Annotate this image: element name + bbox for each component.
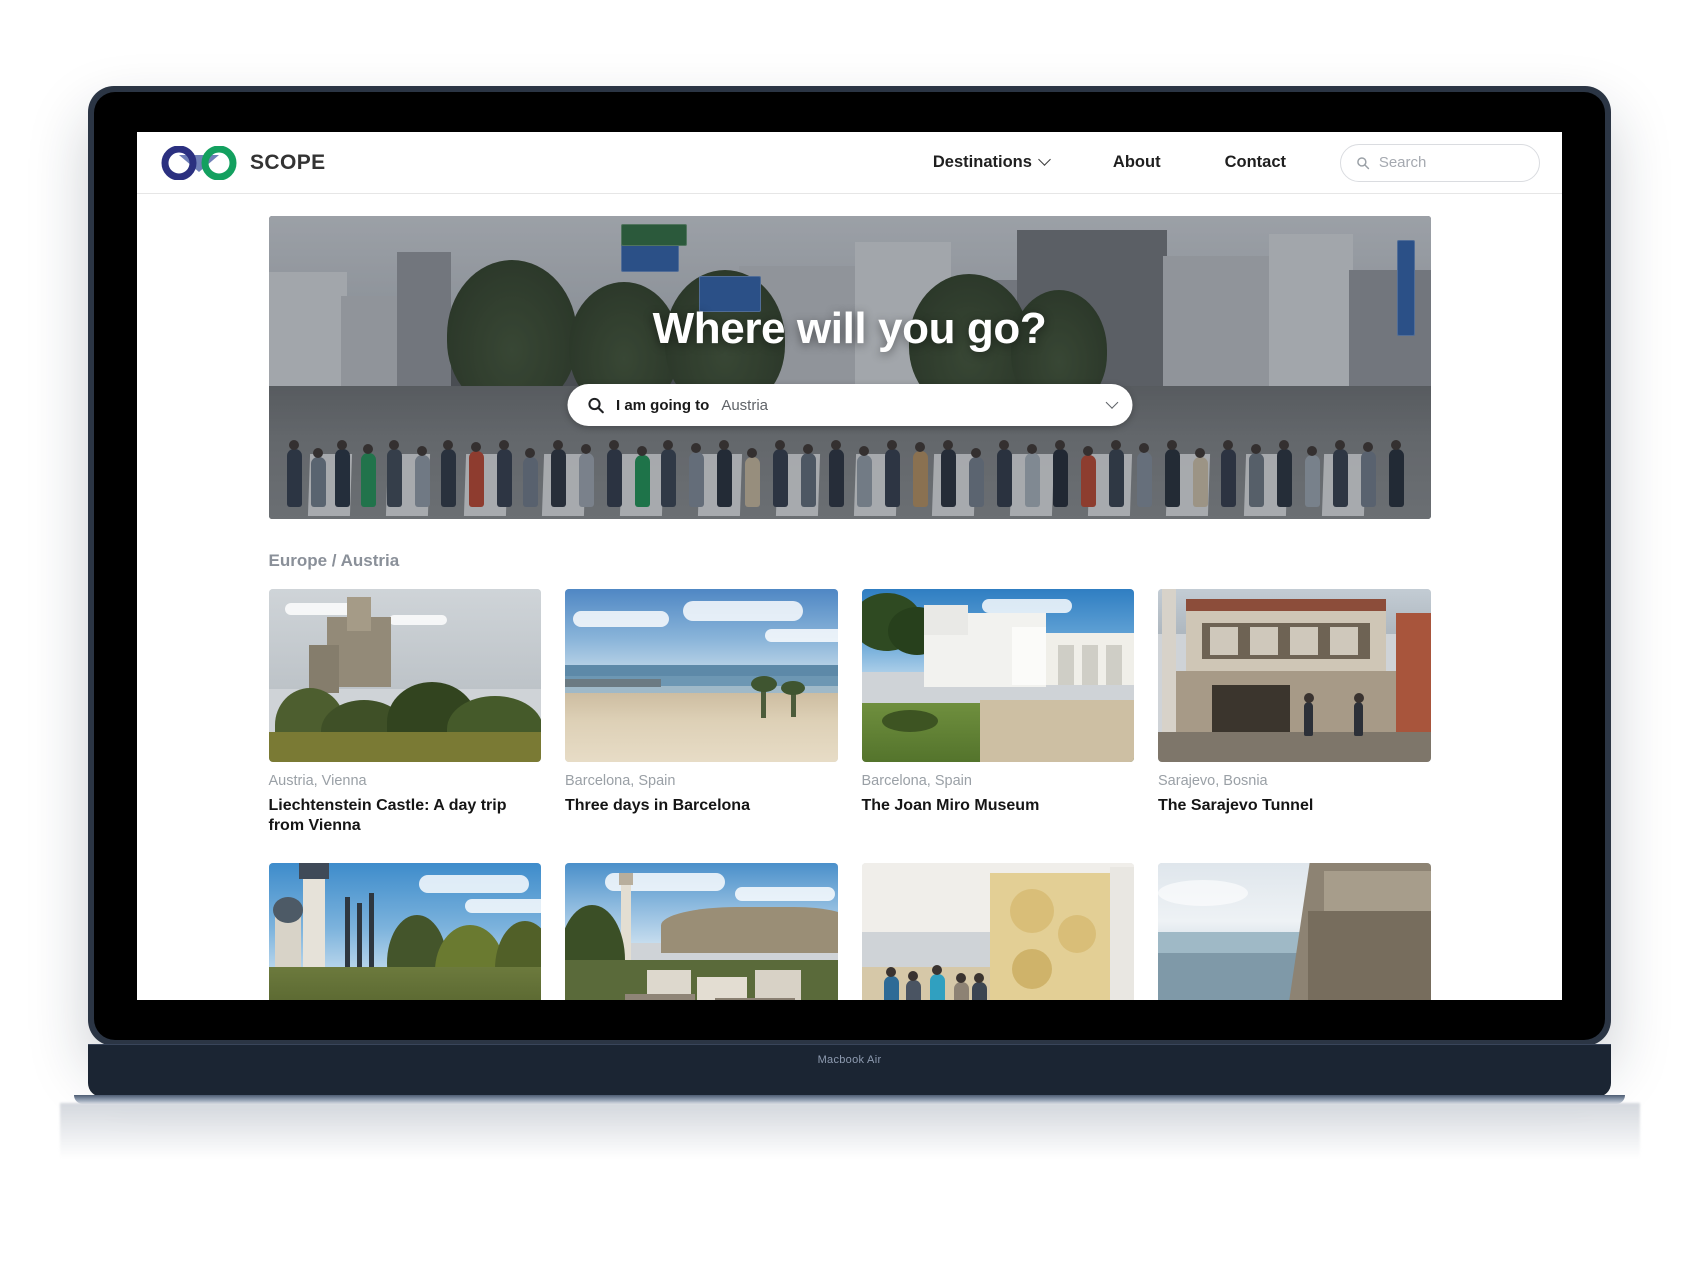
navbar-search-box[interactable] <box>1340 143 1540 182</box>
site-navbar: SCOPE Destinations About Contact <box>137 132 1562 194</box>
page-content: Where will you go? I am going to Austria <box>137 194 1562 1000</box>
brand-name: SCOPE <box>250 150 326 174</box>
card-thumbnail[interactable] <box>1158 589 1431 762</box>
card-title[interactable]: The Joan Miro Museum <box>862 796 1135 816</box>
card-place: Barcelona, Spain <box>861 773 972 789</box>
card-thumbnail[interactable] <box>268 589 541 762</box>
destination-card-grid: Austria, Vienna Liechtenstein Castle: A … <box>268 589 1431 1000</box>
hero-overlay-tint <box>268 216 1431 519</box>
nav-item-destinations[interactable]: Destinations <box>901 153 1081 172</box>
hero-banner: Where will you go? I am going to Austria <box>268 216 1431 519</box>
hero-photo <box>268 216 1431 519</box>
hero-destination-search[interactable]: I am going to Austria <box>567 384 1132 426</box>
nav-item-contact[interactable]: Contact <box>1193 153 1318 172</box>
card-title[interactable]: Three days in Barcelona <box>565 796 838 816</box>
card-thumbnail[interactable] <box>565 862 838 1000</box>
card-liechtenstein-castle[interactable]: Austria, Vienna Liechtenstein Castle: A … <box>268 589 542 837</box>
search-icon <box>1357 156 1370 169</box>
card-thumbnail[interactable] <box>861 862 1134 1000</box>
card-title[interactable]: Liechtenstein Castle: A day trip from Vi… <box>269 796 542 837</box>
navbar-search-input[interactable] <box>1378 154 1524 171</box>
chevron-down-icon[interactable] <box>1105 395 1118 409</box>
scope-binoculars-icon <box>161 145 237 180</box>
screenshot-stage: SCOPE Destinations About Contact Search … <box>0 0 1694 1270</box>
card-row2-2[interactable] <box>565 862 838 1000</box>
nav-item-contact-label: Contact <box>1224 153 1286 171</box>
card-place: Barcelona, Spain <box>565 773 676 789</box>
card-thumbnail[interactable] <box>861 589 1134 762</box>
card-title[interactable]: The Sarajevo Tunnel <box>1158 796 1431 816</box>
nav-item-about-label: About <box>1112 153 1161 171</box>
nav-links: Destinations About Contact <box>901 153 1318 172</box>
hero-search-value[interactable]: Austria <box>721 397 1095 414</box>
nav-item-about[interactable]: About <box>1081 153 1193 172</box>
card-sarajevo-tunnel[interactable]: Sarajevo, Bosnia The Sarajevo Tunnel <box>1158 589 1431 837</box>
search-icon <box>587 397 604 413</box>
card-row2-4[interactable] <box>1158 862 1431 1000</box>
laptop-device: SCOPE Destinations About Contact Search … <box>88 86 1611 1046</box>
laptop-base: Macbook Air <box>88 1044 1611 1097</box>
card-thumbnail[interactable] <box>268 862 541 1000</box>
hero-search-label: I am going to <box>616 396 710 414</box>
laptop-shadow <box>60 1103 1640 1159</box>
chevron-down-icon <box>1038 153 1051 166</box>
laptop-bezel: SCOPE Destinations About Contact Search … <box>94 92 1605 1040</box>
content-container: Where will you go? I am going to Austria <box>268 216 1431 1000</box>
card-thumbnail[interactable] <box>1158 862 1431 1000</box>
card-place: Sarajevo, Bosnia <box>1158 773 1268 789</box>
hero-title: Where will you go? <box>652 304 1047 353</box>
card-joan-miro-museum[interactable]: Barcelona, Spain The Joan Miro Museum <box>861 589 1135 837</box>
card-three-days-barcelona[interactable]: Barcelona, Spain Three days in Barcelona <box>565 589 838 837</box>
card-thumbnail[interactable] <box>565 589 838 762</box>
brand-logo-group[interactable]: SCOPE <box>159 145 326 180</box>
laptop-screen: SCOPE Destinations About Contact Search … <box>137 132 1562 1000</box>
nav-item-destinations-label: Destinations <box>932 153 1032 171</box>
card-row2-3[interactable] <box>861 862 1134 1000</box>
breadcrumb[interactable]: Europe / Austria <box>269 551 1431 571</box>
card-place: Austria, Vienna <box>268 773 367 789</box>
card-row2-1[interactable] <box>268 862 541 1000</box>
device-label: Macbook Air <box>817 1054 882 1066</box>
